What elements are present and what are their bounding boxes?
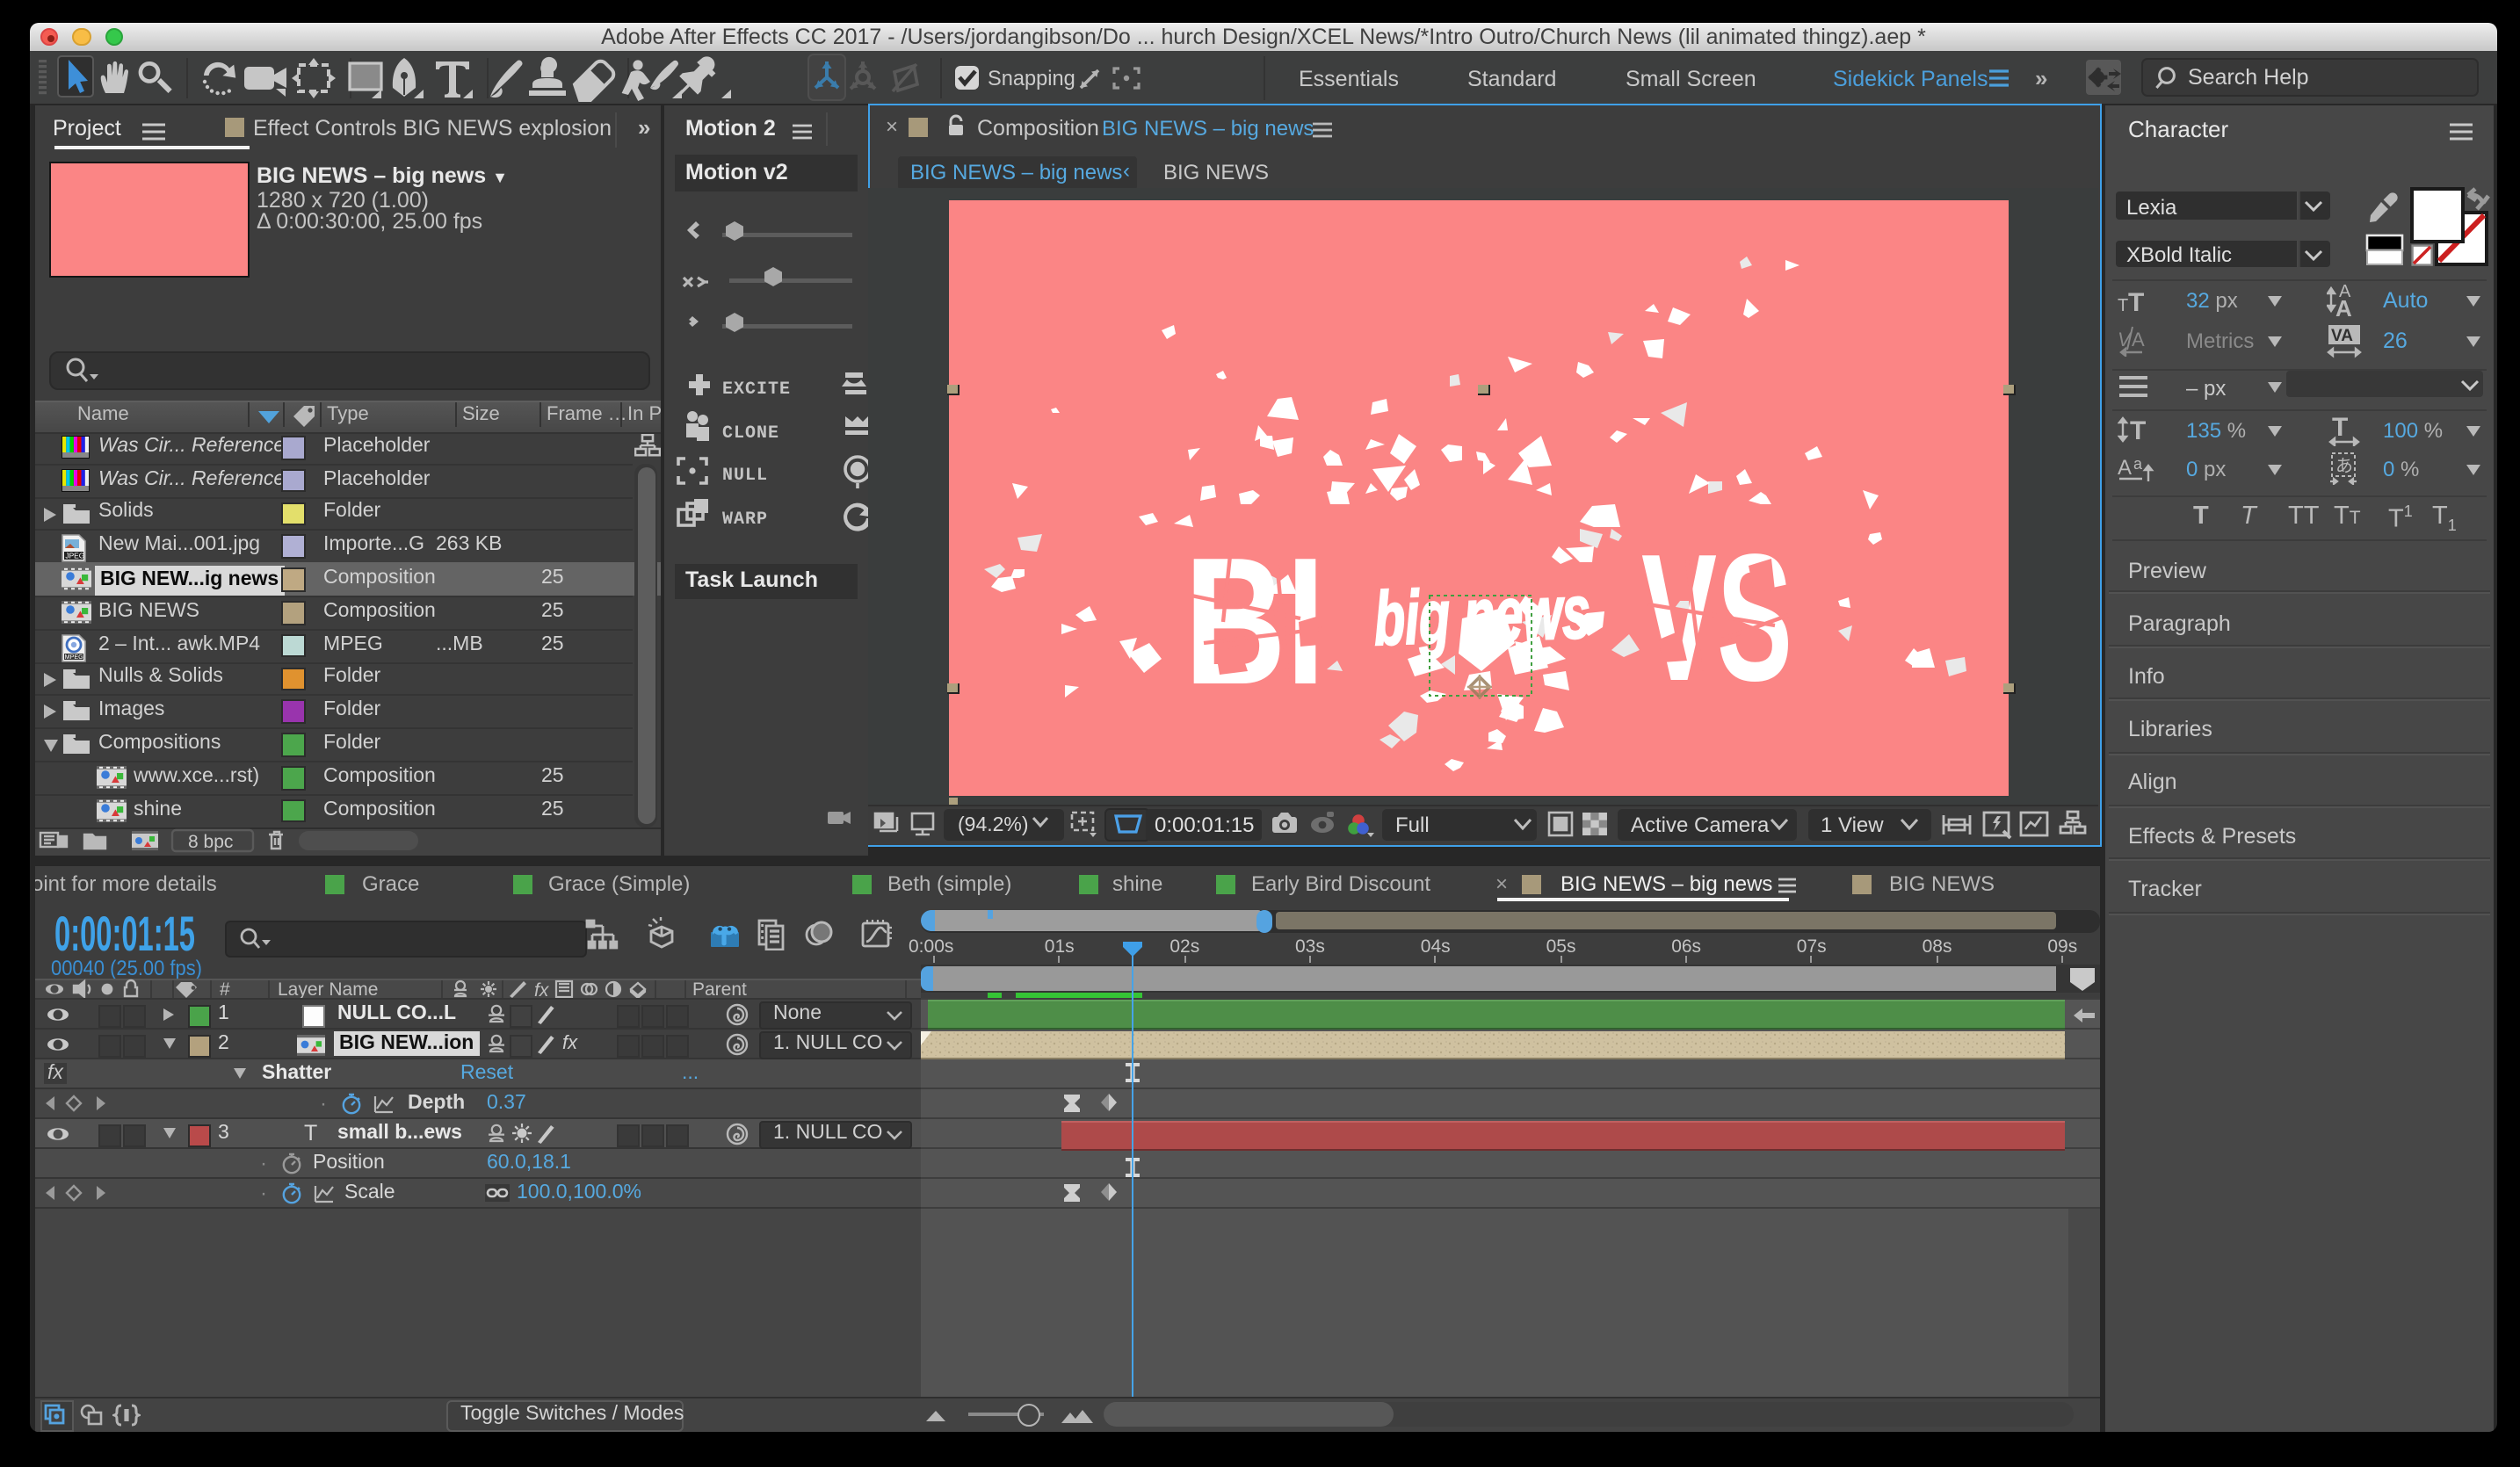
svg-text:Sidekick Panels: Sidekick Panels: [1833, 67, 1988, 91]
svg-text:A: A: [2118, 456, 2132, 480]
svg-text:0:00:01:15: 0:00:01:15: [1155, 813, 1254, 837]
svg-text:(94.2%): (94.2%): [958, 813, 1029, 835]
svg-text:Layer Name: Layer Name: [278, 979, 378, 999]
svg-text:T: T: [2118, 296, 2128, 313]
svg-text:Active Camera: Active Camera: [1631, 813, 1770, 837]
svg-text:Essentials: Essentials: [1299, 67, 1399, 91]
svg-text:JPEG: JPEG: [65, 552, 84, 560]
svg-text:A: A: [2335, 295, 2352, 320]
svg-text:#: #: [220, 979, 230, 999]
svg-text:CLONE: CLONE: [722, 423, 779, 444]
svg-text:A: A: [2132, 329, 2145, 350]
svg-text:0:00:01:15: 0:00:01:15: [54, 913, 195, 958]
svg-text:EXCITE: EXCITE: [722, 379, 791, 400]
svg-text:Snapping: Snapping: [988, 68, 1075, 90]
svg-text:Full: Full: [1395, 813, 1430, 837]
svg-text:a: a: [2133, 455, 2143, 473]
svg-text:»: »: [2035, 65, 2047, 91]
svg-text:Parent: Parent: [692, 979, 747, 999]
svg-text:VA: VA: [2331, 327, 2353, 345]
svg-text:8 bpc: 8 bpc: [188, 831, 233, 851]
svg-text:Search Help: Search Help: [2188, 65, 2309, 90]
svg-text:あ: あ: [2335, 457, 2353, 476]
svg-text:big news: big news: [1372, 569, 1591, 661]
svg-text:Small Screen: Small Screen: [1626, 67, 1756, 91]
svg-text:1 View: 1 View: [1821, 813, 1884, 837]
svg-text:NULL: NULL: [722, 466, 768, 486]
svg-text:T: T: [2130, 416, 2146, 444]
svg-text:T: T: [2128, 288, 2144, 313]
svg-text:Standard: Standard: [1467, 67, 1556, 91]
svg-text:MPEG: MPEG: [65, 652, 84, 660]
svg-text:WARP: WARP: [722, 509, 768, 530]
svg-text:fx: fx: [534, 979, 550, 999]
